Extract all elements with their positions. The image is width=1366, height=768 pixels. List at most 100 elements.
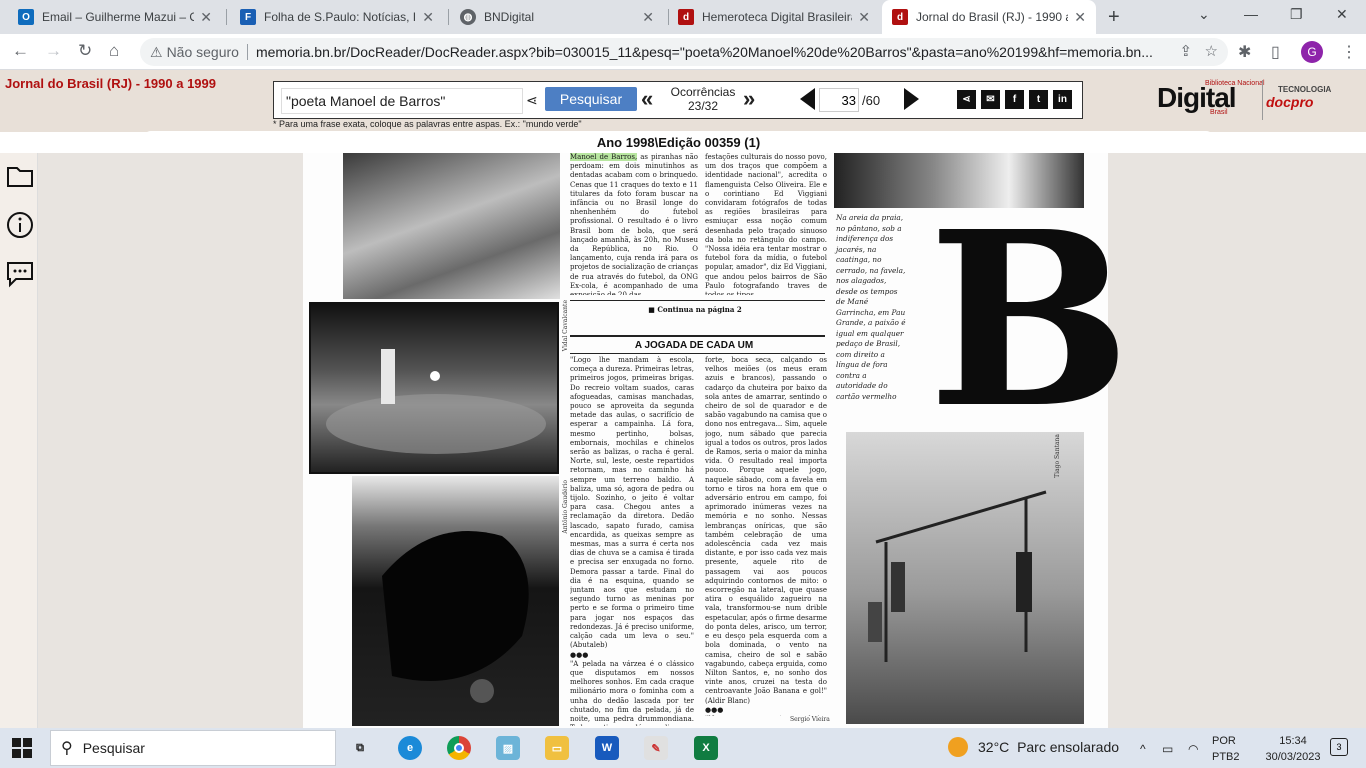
- photo-credit: Sergio Vieira: [790, 716, 830, 723]
- linkedin-icon[interactable]: in: [1053, 90, 1072, 109]
- tab-divider: [448, 9, 449, 25]
- home-button[interactable]: ⌂: [109, 41, 119, 61]
- new-tab-button[interactable]: +: [1108, 6, 1120, 29]
- close-tab-icon[interactable]: ✕: [200, 9, 212, 26]
- share-icon[interactable]: ⇪: [1179, 43, 1192, 60]
- sun-icon: [948, 737, 968, 757]
- docpro-icon: d: [892, 9, 908, 25]
- close-tab-icon[interactable]: ✕: [642, 9, 654, 26]
- reload-button[interactable]: ↻: [78, 41, 92, 61]
- paint-icon[interactable]: ✎: [644, 736, 668, 760]
- photo-caption: Na areia da praia, no pântano, sob a ind…: [836, 213, 906, 401]
- column-text: as piranhas não perdoam: em dois minutin…: [570, 153, 698, 295]
- windows-start-icon[interactable]: [12, 738, 32, 763]
- back-button[interactable]: ←: [12, 41, 29, 61]
- search-input[interactable]: "poeta Manoel de Barros": [281, 88, 523, 114]
- info-icon[interactable]: [5, 210, 35, 240]
- share-search-icon[interactable]: ⋖: [526, 92, 538, 109]
- folha-icon: F: [240, 9, 256, 25]
- page-number-input[interactable]: 33: [819, 88, 859, 112]
- search-hint: * Para uma frase exata, coloque as palav…: [273, 119, 582, 129]
- close-window-button[interactable]: ✕: [1336, 6, 1348, 23]
- bookmark-star-icon[interactable]: ☆: [1205, 43, 1218, 60]
- close-tab-icon[interactable]: ✕: [858, 9, 870, 26]
- battery-icon[interactable]: ▭: [1162, 742, 1173, 756]
- outlook-icon: O: [18, 9, 34, 25]
- tab-folha[interactable]: F Folha de S.Paulo: Notícias, Im ✕: [230, 0, 444, 34]
- comments-icon[interactable]: [5, 259, 35, 289]
- notification-icon[interactable]: 3: [1330, 738, 1348, 756]
- close-tab-icon[interactable]: ✕: [1074, 9, 1086, 26]
- tab-divider: [226, 9, 227, 25]
- players-photo: [352, 476, 559, 726]
- facebook-icon[interactable]: f: [1005, 90, 1024, 109]
- globe-icon: ◍: [460, 9, 476, 25]
- weather-text: Parc ensolarado: [1017, 739, 1120, 755]
- tab-title: Email – Guilherme Mazui – O: [42, 10, 195, 24]
- restore-button[interactable]: ❐: [1290, 6, 1303, 23]
- forward-button[interactable]: →: [45, 41, 62, 61]
- edge-icon[interactable]: e: [398, 736, 422, 760]
- docpro-logo: docpro: [1266, 94, 1314, 110]
- search-highlight: Manoel de Barros,: [570, 153, 638, 161]
- journal-title: Jornal do Brasil (RJ) - 1990 a 1999: [5, 76, 216, 91]
- chevron-up-icon[interactable]: ^: [1140, 742, 1146, 756]
- tab-search-icon[interactable]: ⌄: [1198, 6, 1210, 23]
- edition-title: Ano 1998\Edição 00359 (1): [143, 131, 1214, 153]
- email-icon[interactable]: ✉: [981, 90, 1000, 109]
- language-code: POR: [1212, 735, 1236, 747]
- minimize-button[interactable]: —: [1244, 6, 1258, 22]
- profile-avatar[interactable]: G: [1301, 41, 1323, 63]
- taskbar-search[interactable]: ⚲ Pesquisar: [50, 730, 336, 766]
- folder-icon[interactable]: [5, 161, 35, 191]
- previous-page-button[interactable]: [800, 88, 815, 110]
- extensions-icon[interactable]: ✱: [1238, 42, 1251, 62]
- omnibox-icons: ⇪ ☆: [1179, 42, 1218, 60]
- task-view-icon[interactable]: ⧉: [348, 736, 372, 760]
- tab-email[interactable]: O Email – Guilherme Mazui – O ✕: [8, 0, 222, 34]
- omnibox-divider: [246, 44, 248, 60]
- menu-kebab-icon[interactable]: ⋮: [1341, 42, 1357, 62]
- divider-line: [570, 300, 825, 301]
- docpro-icon: d: [678, 9, 694, 25]
- notes-app-icon[interactable]: ▨: [496, 736, 520, 760]
- section-heading: A JOGADA DE CADA UM: [634, 340, 754, 351]
- photo-credit: Antônio Gaudério: [562, 480, 569, 534]
- language-indicator[interactable]: POR PTB2: [1212, 733, 1240, 765]
- address-bar[interactable]: ⚠ Não seguro memoria.bn.br/DocReader/Doc…: [140, 38, 1228, 66]
- weather-widget[interactable]: 32°C Parc ensolarado: [948, 737, 1119, 757]
- occurrences-counter: Ocorrências 23/32: [667, 85, 739, 113]
- search-button[interactable]: Pesquisar: [545, 87, 637, 111]
- previous-occurrence-button[interactable]: «: [641, 86, 653, 112]
- chrome-icon[interactable]: [447, 736, 471, 760]
- not-secure-label: Não seguro: [166, 44, 239, 60]
- tab-title: Hemeroteca Digital Brasileira: [702, 10, 853, 24]
- taskbar-search-placeholder: Pesquisar: [82, 740, 145, 756]
- tab-jornal-do-brasil[interactable]: d Jornal do Brasil (RJ) - 1990 a ✕: [882, 0, 1096, 34]
- search-icon: ⚲: [61, 740, 73, 757]
- next-page-button[interactable]: [904, 88, 919, 110]
- goal-post-photo: [846, 432, 1084, 724]
- next-occurrence-button[interactable]: »: [743, 86, 755, 112]
- twitter-icon[interactable]: t: [1029, 90, 1048, 109]
- page-total: /60: [862, 93, 881, 108]
- share-icon[interactable]: ⋖: [957, 90, 976, 109]
- url-text: memoria.bn.br/DocReader/DocReader.aspx?b…: [255, 44, 1153, 60]
- divider-line: [570, 335, 825, 337]
- excel-icon[interactable]: X: [694, 736, 718, 760]
- tab-bndigital[interactable]: ◍ BNDigital ✕: [450, 0, 664, 34]
- tab-title: Folha de S.Paulo: Notícias, Im: [264, 10, 417, 24]
- close-tab-icon[interactable]: ✕: [422, 9, 434, 26]
- field-photo: [309, 302, 559, 474]
- tab-title: BNDigital: [484, 10, 535, 24]
- system-clock[interactable]: 15:34 30/03/2023: [1260, 733, 1326, 765]
- tab-hemeroteca[interactable]: d Hemeroteca Digital Brasileira ✕: [668, 0, 880, 34]
- beach-photo: [343, 153, 560, 299]
- file-explorer-icon[interactable]: ▭: [545, 736, 569, 760]
- tab-title: Jornal do Brasil (RJ) - 1990 a: [916, 10, 1069, 24]
- wifi-icon[interactable]: ◠: [1188, 742, 1198, 756]
- occurrences-label: Ocorrências: [670, 85, 736, 99]
- word-icon[interactable]: W: [595, 736, 619, 760]
- sidepanel-icon[interactable]: ▯: [1271, 42, 1280, 62]
- divider-line: [570, 353, 825, 354]
